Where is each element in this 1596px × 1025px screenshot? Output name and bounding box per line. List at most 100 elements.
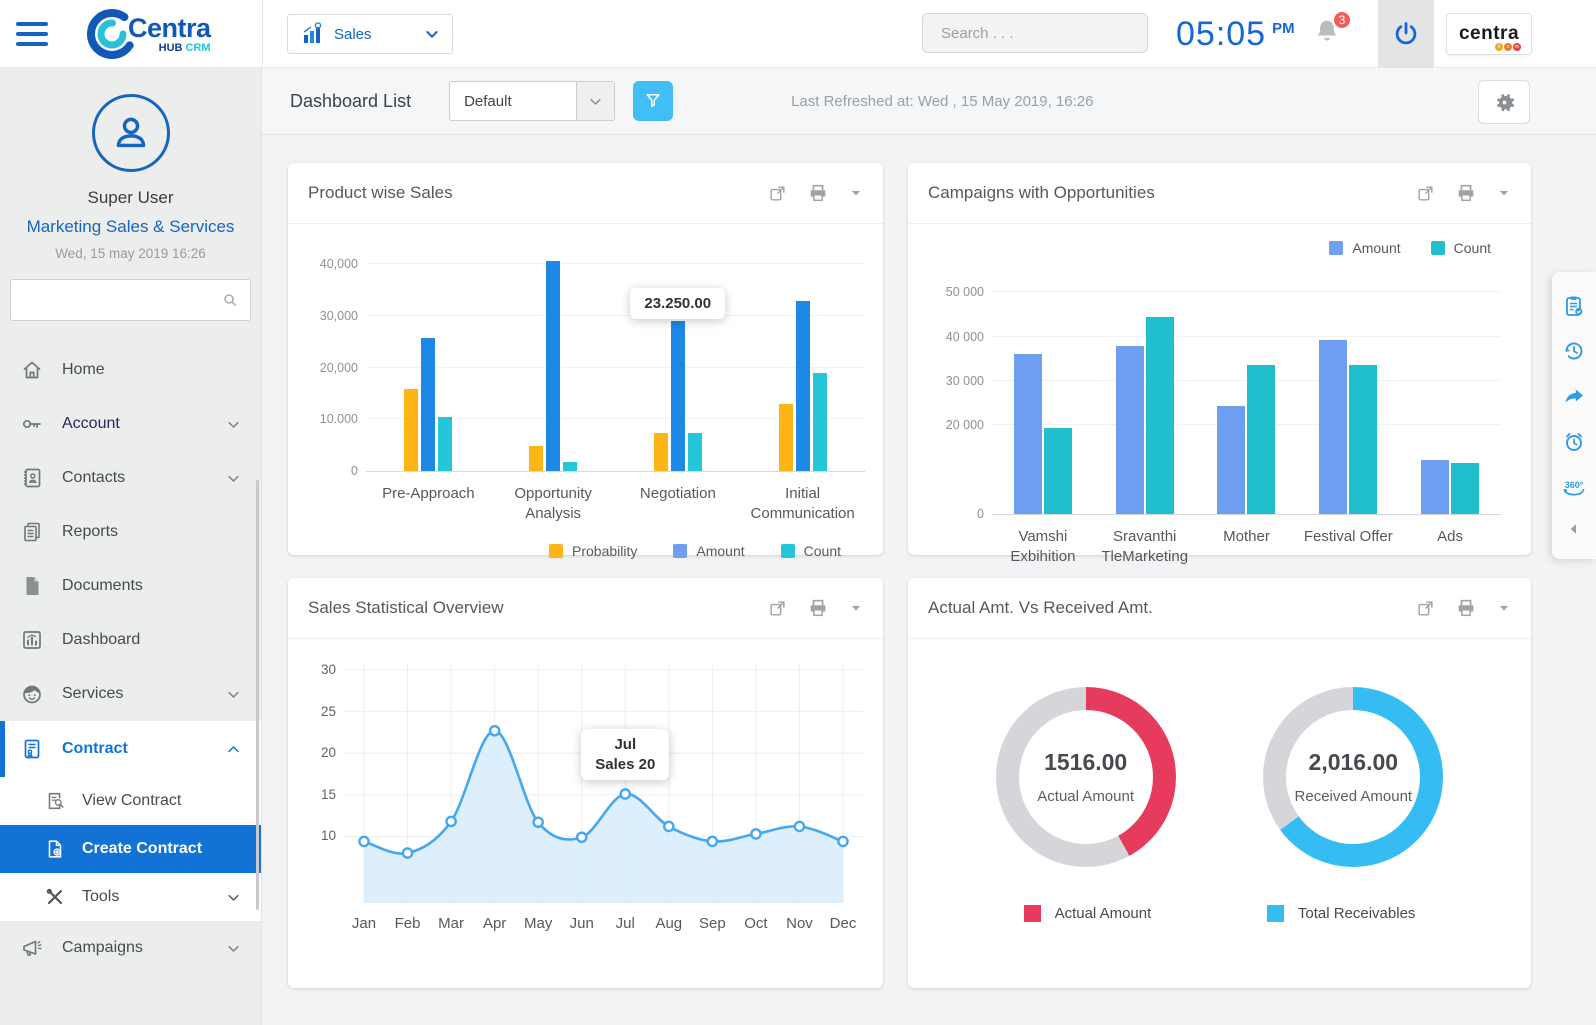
sidebar-item-account[interactable]: Account bbox=[0, 397, 261, 451]
bars bbox=[529, 254, 578, 471]
bars bbox=[1319, 270, 1378, 514]
hamburger-menu-icon[interactable] bbox=[16, 22, 48, 46]
legend-item: Count bbox=[780, 542, 841, 559]
sidebar-item-services[interactable]: Services bbox=[0, 667, 261, 721]
legend-label: Count bbox=[1453, 240, 1491, 256]
alarm-clock-icon[interactable] bbox=[1562, 430, 1586, 454]
dashboard-view-select[interactable]: Default bbox=[449, 81, 616, 121]
legend-item: Total Receivables bbox=[1266, 905, 1415, 922]
bars bbox=[1217, 270, 1276, 514]
data-point bbox=[619, 788, 632, 800]
home-icon bbox=[20, 358, 44, 382]
export-icon[interactable] bbox=[1416, 184, 1435, 203]
legend-item: Amount bbox=[673, 543, 745, 559]
share-icon[interactable] bbox=[1562, 385, 1586, 409]
bar bbox=[795, 300, 810, 471]
history-icon[interactable] bbox=[1562, 339, 1586, 363]
caret-down-icon[interactable] bbox=[1497, 186, 1511, 200]
notifications-button[interactable]: 3 bbox=[1312, 10, 1352, 52]
global-search-input[interactable] bbox=[941, 24, 1140, 42]
bar-group bbox=[740, 254, 865, 471]
data-point bbox=[575, 831, 588, 844]
bar-groups bbox=[992, 270, 1501, 514]
card-title: Sales Statistical Overview bbox=[308, 598, 504, 617]
filter-button[interactable] bbox=[633, 81, 674, 121]
rotate-360-icon[interactable]: 360° bbox=[1561, 476, 1587, 500]
donut-row: 1516.00 Actual Amount 2,016.00 Received Amo… bbox=[908, 687, 1531, 867]
bar bbox=[778, 403, 793, 471]
print-icon[interactable] bbox=[1455, 182, 1477, 204]
sidebar-item-documents[interactable]: Documents bbox=[0, 559, 261, 613]
sidebar-item-reports[interactable]: Reports bbox=[0, 505, 261, 559]
legend-label: Count bbox=[803, 542, 841, 559]
card-title: Campaigns with Opportunities bbox=[928, 183, 1155, 202]
dashboard-settings-button[interactable] bbox=[1478, 80, 1530, 124]
plot-area: 0 20 000 30 000 40 000 50 000 bbox=[946, 270, 1501, 521]
donut-center: 2,016.00 Received Amount bbox=[1286, 710, 1421, 844]
dashboard-content: Product wise Sales 0 10.000 20,000 30,000 40… bbox=[262, 135, 1596, 1025]
tools-icon bbox=[44, 886, 66, 908]
y-axis-tick: 20,000 bbox=[319, 360, 358, 375]
donut-value: 1516.00 bbox=[1044, 749, 1128, 775]
bar-chart: 0 10.000 20,000 30,000 40,000 Pre-Approach Opp… bbox=[288, 254, 883, 559]
sidebar-item-dashboard[interactable]: Dashboard bbox=[0, 613, 261, 667]
actual-vs-received-chart: 1516.00 Actual Amount 2,016.00 Received Amo… bbox=[908, 687, 1531, 922]
topbar-divider bbox=[262, 0, 263, 68]
export-icon[interactable] bbox=[768, 184, 787, 203]
sidebar-item-create-contract[interactable]: Create Contract bbox=[0, 825, 261, 873]
export-icon[interactable] bbox=[1416, 599, 1435, 618]
module-select-value: Sales bbox=[334, 25, 372, 43]
plot-area: 0 10.000 20,000 30,000 40,000 bbox=[320, 254, 865, 478]
print-icon[interactable] bbox=[1455, 597, 1477, 619]
global-search bbox=[922, 13, 1148, 53]
last-refreshed-text: Last Refreshed at: Wed , 15 May 2019, 16… bbox=[791, 92, 1094, 110]
sidebar-item-contract[interactable]: Contract bbox=[0, 721, 261, 777]
card-header: Product wise Sales bbox=[288, 163, 883, 224]
export-icon[interactable] bbox=[768, 599, 787, 618]
bar bbox=[687, 433, 702, 471]
y-axis-tick: 50 000 bbox=[945, 285, 984, 300]
card-actual-vs-received: Actual Amt. Vs Received Amt. 1516.00 Actu… bbox=[908, 578, 1531, 988]
campaigns-opportunities-chart: Amount Count 0 20 000 30 000 40 000 50 000 Vams… bbox=[908, 240, 1531, 568]
sidebar-item-view-contract[interactable]: View Contract bbox=[0, 777, 261, 825]
bars bbox=[653, 254, 702, 471]
sidebar-search-input[interactable] bbox=[23, 291, 222, 309]
legend-item: Count bbox=[1430, 240, 1491, 256]
page-title: Dashboard List bbox=[290, 90, 412, 111]
card-campaigns-with-opportunities: Campaigns with Opportunities Amount Count… bbox=[908, 163, 1531, 565]
module-select[interactable]: Sales bbox=[287, 14, 453, 54]
print-icon[interactable] bbox=[807, 182, 829, 204]
address-book-icon bbox=[20, 466, 44, 490]
collapse-left-icon[interactable] bbox=[1566, 521, 1582, 537]
sidebar-item-tools[interactable]: Tools bbox=[0, 873, 261, 921]
data-point bbox=[793, 820, 806, 833]
donut-legend-row: Actual Amount Total Receivables bbox=[908, 905, 1531, 922]
profile-role[interactable]: Marketing Sales & Services bbox=[0, 217, 261, 237]
document-icon bbox=[20, 574, 44, 598]
x-axis-label: Mar bbox=[438, 915, 464, 932]
y-axis-tick: 10.000 bbox=[319, 412, 358, 427]
avatar bbox=[91, 94, 170, 172]
bar-groups bbox=[366, 254, 865, 471]
print-icon[interactable] bbox=[807, 597, 829, 619]
x-axis-label: Festival Offer bbox=[1303, 528, 1393, 545]
sidebar-item-home[interactable]: Home bbox=[0, 343, 261, 397]
dashboard-chart-icon bbox=[20, 628, 44, 652]
card-title: Actual Amt. Vs Received Amt. bbox=[928, 598, 1153, 617]
data-point bbox=[706, 835, 719, 848]
x-axis-label: Opportunity Analysis bbox=[514, 485, 592, 523]
logout-button[interactable] bbox=[1378, 0, 1434, 68]
chevron-down-icon bbox=[228, 475, 239, 482]
y-axis-tick: 30 bbox=[320, 661, 336, 677]
y-axis-tick: 15 bbox=[320, 786, 336, 802]
caret-down-icon[interactable] bbox=[1497, 601, 1511, 615]
sidebar-item-campaigns[interactable]: Campaigns bbox=[0, 921, 261, 975]
sidebar-scrollbar[interactable] bbox=[256, 480, 259, 910]
sidebar-item-contacts[interactable]: Contacts bbox=[0, 451, 261, 505]
caret-down-icon[interactable] bbox=[849, 601, 863, 615]
bar bbox=[653, 433, 668, 471]
legend-item: Probability bbox=[549, 543, 637, 559]
caret-down-icon[interactable] bbox=[849, 186, 863, 200]
clipboard-check-icon[interactable] bbox=[1562, 294, 1586, 318]
bar bbox=[529, 446, 544, 471]
